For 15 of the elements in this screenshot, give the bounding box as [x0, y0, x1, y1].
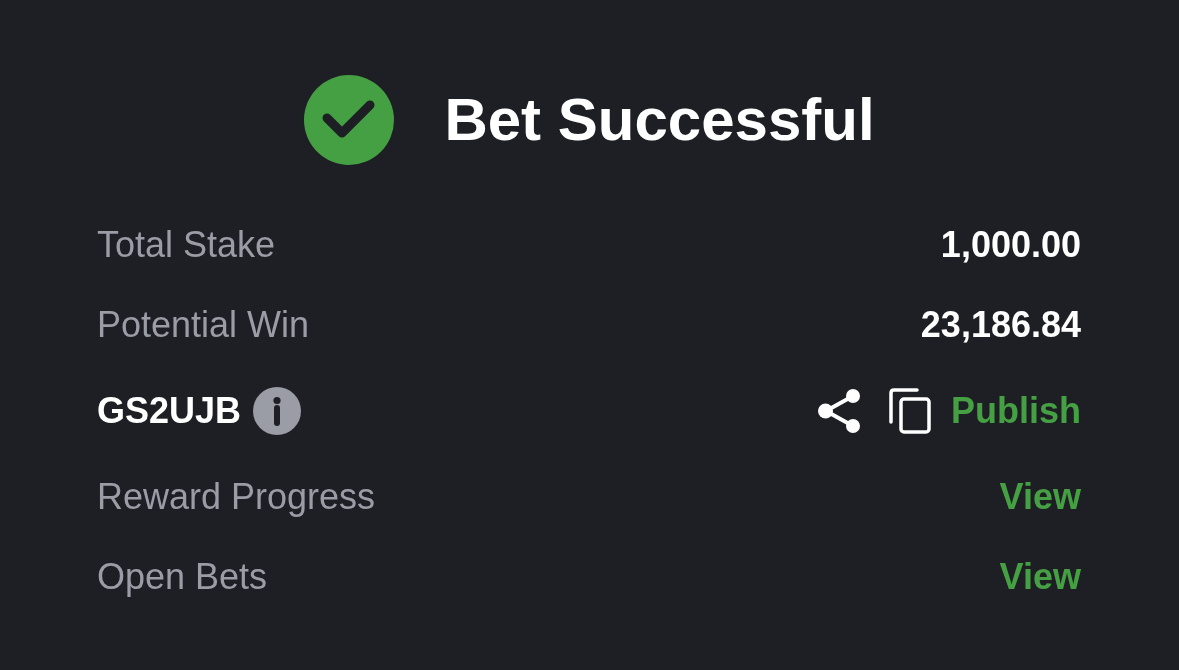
row-value: 1,000.00: [940, 223, 1081, 267]
row-value: 23,186.84: [920, 303, 1081, 347]
row-label: Total Stake: [97, 223, 276, 267]
publish-link[interactable]: Publish: [951, 384, 1081, 438]
view-link[interactable]: View: [999, 550, 1081, 604]
info-icon[interactable]: [253, 387, 302, 435]
bet-code: GS2UJB: [97, 389, 242, 433]
copy-icon[interactable]: [889, 388, 931, 434]
share-icon[interactable]: [818, 389, 861, 433]
check-circle-icon: [304, 75, 395, 165]
row-label: Potential Win: [97, 303, 310, 347]
row-label: Open Bets: [97, 555, 268, 599]
row-label: Reward Progress: [97, 475, 376, 519]
success-title: Bet Successful: [444, 85, 875, 155]
view-link[interactable]: View: [999, 470, 1081, 524]
